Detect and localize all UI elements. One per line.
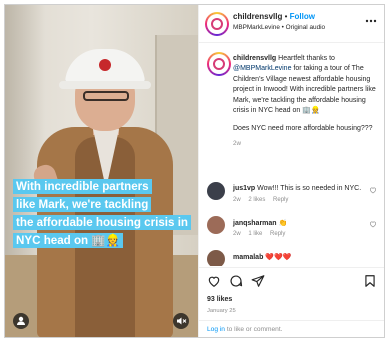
comment-time[interactable]: 2w	[233, 197, 241, 203]
commenter-username[interactable]: janqsharman	[233, 220, 277, 227]
comment-reply-button[interactable]: Reply	[270, 231, 285, 237]
video-caption-line: the affordable housing crisis in	[13, 215, 191, 230]
comment-text: jus1vp Wow!!! This is so needed in NYC.	[233, 185, 361, 192]
author-avatar-logo	[211, 18, 223, 30]
heart-icon[interactable]	[207, 274, 221, 288]
hard-hat-brim	[59, 81, 151, 89]
comment-heart-icon-glyph	[369, 187, 377, 194]
comment-body: Wow!!! This is so needed in NYC.	[257, 185, 362, 192]
bookmark-icon-glyph	[365, 275, 375, 287]
caption-text-before: Heartfelt thanks to	[278, 55, 335, 62]
login-prompt: Log in to like or comment.	[199, 320, 384, 337]
comment-body: 👏	[278, 220, 288, 227]
post-video[interactable]: With incredible partners like Mark, we'r…	[5, 5, 198, 337]
caption-question: Does NYC need more affordable housing???	[233, 125, 373, 133]
comment-time[interactable]: 2w	[233, 231, 241, 237]
speaker-muted-icon[interactable]	[173, 313, 189, 329]
send-icon-glyph	[251, 275, 265, 287]
person-icon[interactable]	[13, 313, 29, 329]
post-side-panel: childrensvllg • Follow MBPMarkLevine • O…	[198, 5, 384, 337]
send-icon[interactable]	[251, 274, 265, 288]
header-name-row: childrensvllg • Follow	[233, 12, 315, 21]
header-subline[interactable]: MBPMarkLevine • Original audio	[233, 24, 325, 31]
video-caption: With incredible partners like Mark, we'r…	[13, 177, 193, 249]
caption-username[interactable]: childrensvllg	[233, 55, 276, 62]
comment-reply-button[interactable]: Reply	[273, 197, 288, 203]
author-avatar-inner	[207, 14, 227, 34]
post-date[interactable]: January 25	[207, 308, 236, 314]
heart-icon-glyph	[208, 276, 220, 287]
post-actions: 93 likes January 25 Log in to like or co…	[199, 267, 384, 337]
caption-mention-link[interactable]: @MBPMarkLevine	[233, 65, 291, 72]
comments-list[interactable]: childrensvllg Heartfelt thanks to @MBPMa…	[199, 44, 384, 266]
video-caption-line: like Mark, we're tackling	[13, 197, 152, 212]
comment-likes[interactable]: 1 like	[248, 231, 262, 237]
caption-text-after: for taking a tour of The Children's Vill…	[233, 65, 376, 115]
instagram-post-embed: With incredible partners like Mark, we'r…	[4, 4, 385, 338]
caption-author-avatar-inner	[209, 54, 229, 74]
person-icon-glyph	[17, 316, 25, 325]
comment-item: jus1vp Wow!!! This is so needed in NYC. …	[207, 182, 379, 212]
login-prompt-text: to like or comment.	[226, 326, 283, 333]
comment-icon[interactable]	[229, 274, 243, 288]
comment-body: ❤️❤️❤️	[265, 254, 292, 261]
likes-count[interactable]: 93 likes	[207, 296, 232, 303]
commenter-username[interactable]: jus1vp	[233, 185, 255, 192]
comment-likes[interactable]: 2 likes	[248, 197, 265, 203]
caption-text: childrensvllg Heartfelt thanks to @MBPMa…	[233, 54, 381, 149]
comment-text: mamalab ❤️❤️❤️	[233, 253, 291, 261]
commenter-avatar[interactable]	[207, 182, 225, 200]
post-header: childrensvllg • Follow MBPMarkLevine • O…	[199, 5, 384, 43]
more-horizontal-icon-glyph	[365, 19, 377, 23]
person-glasses	[83, 91, 129, 101]
commenter-avatar[interactable]	[207, 216, 225, 234]
more-horizontal-icon[interactable]	[365, 15, 377, 26]
speaker-muted-icon-glyph	[177, 317, 187, 325]
hard-hat-logo	[99, 59, 111, 71]
caption-time[interactable]: 2w	[233, 139, 381, 149]
comment-heart-icon[interactable]	[369, 220, 377, 230]
commenter-avatar[interactable]	[207, 250, 225, 266]
author-username[interactable]: childrensvllg	[233, 12, 282, 21]
video-caption-line: NYC head on 🏢👷	[13, 233, 124, 248]
caption-author-avatar[interactable]	[207, 52, 231, 76]
comment-meta: 2w 2 likes Reply	[233, 197, 294, 203]
comment-icon-glyph	[230, 275, 243, 287]
header-separator: •	[284, 12, 288, 21]
login-link[interactable]: Log in	[207, 326, 225, 333]
comment-meta: 2w 1 like Reply	[233, 231, 291, 237]
comment-heart-icon-glyph	[369, 221, 377, 228]
comment-item: mamalab ❤️❤️❤️	[207, 250, 379, 266]
follow-button[interactable]: Follow	[290, 12, 315, 21]
commenter-username[interactable]: mamalab	[233, 254, 263, 261]
comment-heart-icon[interactable]	[369, 186, 377, 196]
bookmark-icon[interactable]	[363, 274, 377, 288]
comment-item: janqsharman 👏 2w 1 like Reply	[207, 216, 379, 246]
caption-author-avatar-logo	[213, 58, 225, 70]
video-caption-line: With incredible partners	[13, 179, 152, 194]
author-avatar[interactable]	[205, 12, 229, 36]
comment-text: janqsharman 👏	[233, 219, 287, 227]
